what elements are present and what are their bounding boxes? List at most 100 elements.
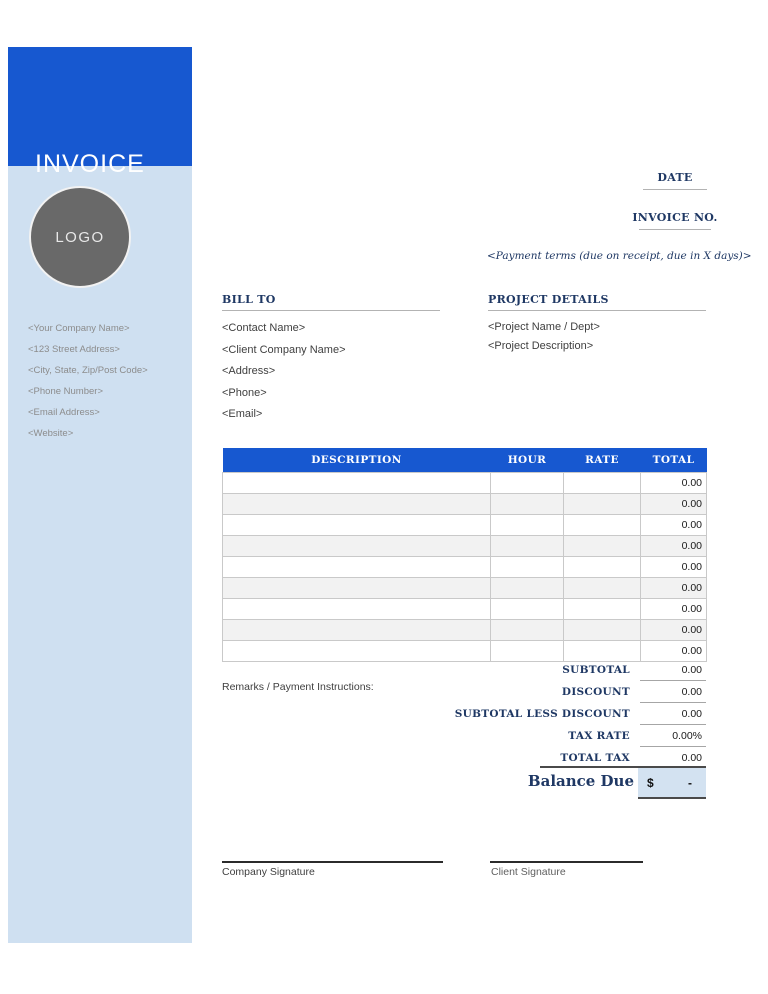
company-info-list: <Your Company Name> <123 Street Address> <… [28, 318, 188, 444]
company-info-item[interactable]: <123 Street Address> [28, 339, 188, 360]
remarks-label: Remarks / Payment Instructions: [222, 681, 374, 693]
project-details-item[interactable]: <Project Name / Dept> [488, 318, 706, 337]
project-details-list: <Project Name / Dept> <Project Descriptio… [488, 318, 706, 356]
company-info-item[interactable]: <Email Address> [28, 402, 188, 423]
cell-hour[interactable] [490, 577, 564, 599]
table-row: 0.00 [222, 556, 707, 578]
table-row: 0.00 [222, 535, 707, 557]
company-info-item[interactable]: <Website> [28, 423, 188, 444]
line-items-table: DESCRIPTION HOUR RATE TOTAL 0.00 0.00 0.… [222, 448, 707, 662]
logo-text: LOGO [55, 228, 105, 246]
col-description-header: DESCRIPTION [222, 448, 491, 473]
bill-to-item[interactable]: <Phone> [222, 383, 440, 405]
bill-to-item[interactable]: <Client Company Name> [222, 340, 440, 362]
payment-terms-placeholder[interactable]: <Payment terms (due on receipt, due in X… [487, 250, 752, 262]
company-signature-label: Company Signature [222, 866, 315, 878]
balance-due-value: - [688, 775, 692, 790]
bill-to-item[interactable]: <Email> [222, 404, 440, 426]
cell-description[interactable] [222, 493, 491, 515]
currency-symbol: $ [647, 775, 654, 790]
date-field[interactable]: DATE [610, 171, 740, 190]
invoice-no-input-line[interactable] [639, 229, 711, 230]
totals-row-label: SUBTOTAL LESS DISCOUNT [454, 708, 630, 720]
date-label: DATE [657, 171, 693, 184]
project-details-section: PROJECT DETAILS <Project Name / Dept> <Pr… [488, 293, 706, 356]
cell-hour[interactable] [490, 598, 564, 620]
cell-rate[interactable] [563, 535, 641, 557]
bill-to-item[interactable]: <Contact Name> [222, 318, 440, 340]
cell-description[interactable] [222, 619, 491, 641]
bill-to-list: <Contact Name> <Client Company Name> <Addr… [222, 318, 440, 426]
totals-row-label: TAX RATE [568, 730, 630, 742]
cell-total[interactable]: 0.00 [640, 577, 707, 599]
cell-rate[interactable] [563, 472, 641, 494]
totals-row-value[interactable]: 0.00 [640, 682, 706, 703]
company-info-item[interactable]: <City, State, Zip/Post Code> [28, 360, 188, 381]
bill-to-label: BILL TO [222, 293, 276, 306]
totals-block: SUBTOTAL 0.00 DISCOUNT 0.00 SUBTOTAL LES… [222, 659, 706, 769]
cell-description[interactable] [222, 556, 491, 578]
cell-hour[interactable] [490, 472, 564, 494]
cell-description[interactable] [222, 598, 491, 620]
project-details-rule [488, 310, 706, 311]
cell-hour[interactable] [490, 493, 564, 515]
cell-total[interactable]: 0.00 [640, 535, 707, 557]
cell-rate[interactable] [563, 493, 641, 515]
col-rate-header: RATE [563, 448, 641, 473]
totals-row-label: SUBTOTAL [562, 664, 630, 676]
cell-hour[interactable] [490, 619, 564, 641]
balance-due-label: Balance Due [527, 772, 634, 790]
cell-rate[interactable] [563, 556, 641, 578]
cell-hour[interactable] [490, 514, 564, 536]
company-info-item[interactable]: <Phone Number> [28, 381, 188, 402]
cell-rate[interactable] [563, 577, 641, 599]
cell-hour[interactable] [490, 556, 564, 578]
cell-total[interactable]: 0.00 [640, 556, 707, 578]
cell-description[interactable] [222, 535, 491, 557]
company-signature-line[interactable] [222, 861, 443, 863]
totals-row-value[interactable]: 0.00 [640, 704, 706, 725]
col-hour-header: HOUR [490, 448, 564, 473]
bill-to-rule [222, 310, 440, 311]
cell-total[interactable]: 0.00 [640, 514, 707, 536]
cell-rate[interactable] [563, 514, 641, 536]
company-info-item[interactable]: <Your Company Name> [28, 318, 188, 339]
invoice-title: INVOICE [35, 150, 145, 178]
totals-row-value[interactable]: 0.00% [640, 726, 706, 747]
table-row: 0.00 [222, 472, 707, 494]
totals-row: TAX RATE 0.00% [222, 725, 706, 747]
table-row: 0.00 [222, 598, 707, 620]
bill-to-item[interactable]: <Address> [222, 361, 440, 383]
cell-total[interactable]: 0.00 [640, 472, 707, 494]
client-signature-line[interactable] [490, 861, 643, 863]
balance-due-cell[interactable]: $ - [638, 768, 706, 799]
cell-rate[interactable] [563, 598, 641, 620]
table-row: 0.00 [222, 514, 707, 536]
table-row: 0.00 [222, 619, 707, 641]
client-signature-label: Client Signature [491, 866, 566, 878]
totals-row: SUBTOTAL LESS DISCOUNT 0.00 [222, 703, 706, 725]
table-row: 0.00 [222, 577, 707, 599]
project-details-label: PROJECT DETAILS [488, 293, 609, 306]
cell-description[interactable] [222, 577, 491, 599]
project-details-item[interactable]: <Project Description> [488, 337, 706, 356]
totals-row-label: TOTAL TAX [560, 752, 630, 764]
logo-placeholder[interactable]: LOGO [29, 186, 131, 288]
date-input-line[interactable] [643, 189, 707, 190]
bill-to-section: BILL TO <Contact Name> <Client Company Na… [222, 293, 440, 426]
cell-total[interactable]: 0.00 [640, 619, 707, 641]
totals-row: SUBTOTAL 0.00 [222, 659, 706, 681]
cell-hour[interactable] [490, 535, 564, 557]
cell-total[interactable]: 0.00 [640, 598, 707, 620]
sidebar-header-band: INVOICE [8, 47, 192, 178]
cell-rate[interactable] [563, 619, 641, 641]
invoice-no-field[interactable]: INVOICE NO. [610, 211, 740, 230]
invoice-no-label: INVOICE NO. [632, 211, 718, 224]
cell-description[interactable] [222, 472, 491, 494]
cell-description[interactable] [222, 514, 491, 536]
col-total-header: TOTAL [640, 448, 707, 473]
cell-total[interactable]: 0.00 [640, 493, 707, 515]
table-row: 0.00 [222, 493, 707, 515]
table-header-row: DESCRIPTION HOUR RATE TOTAL [222, 448, 707, 473]
totals-row-value[interactable]: 0.00 [640, 660, 706, 681]
